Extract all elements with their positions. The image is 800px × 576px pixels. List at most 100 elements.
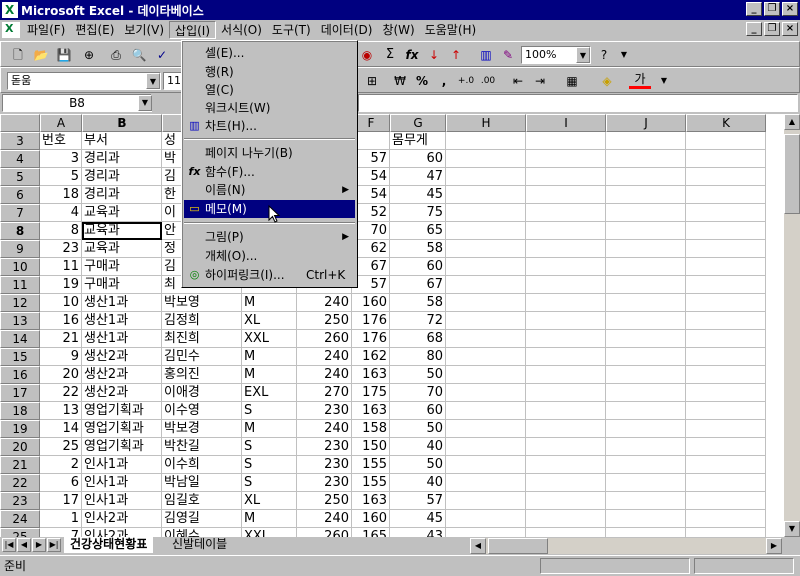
table-cell[interactable] (606, 240, 686, 258)
row-header[interactable]: 18 (0, 402, 40, 420)
table-cell[interactable]: M (242, 366, 297, 384)
table-cell[interactable] (446, 366, 526, 384)
table-cell[interactable] (686, 330, 766, 348)
scroll-left-icon[interactable]: ◀ (470, 538, 486, 554)
table-cell[interactable]: S (242, 402, 297, 420)
table-cell[interactable] (686, 312, 766, 330)
table-cell[interactable]: 160 (352, 294, 390, 312)
formula-input[interactable] (358, 94, 798, 112)
table-cell[interactable]: S (242, 438, 297, 456)
row-header[interactable]: 6 (0, 186, 40, 204)
horizontal-scroll-thumb[interactable] (488, 538, 548, 554)
table-cell[interactable]: 150 (352, 438, 390, 456)
table-cell[interactable]: XL (242, 312, 297, 330)
menu-insert-worksheet[interactable]: 워크시트(W) (184, 99, 355, 117)
table-cell[interactable] (606, 348, 686, 366)
autosum-icon[interactable]: Σ (379, 45, 401, 65)
menu-window[interactable]: 창(W) (377, 21, 419, 39)
table-cell[interactable]: 박찬길 (162, 438, 242, 456)
table-cell[interactable] (446, 474, 526, 492)
table-cell[interactable]: M (242, 294, 297, 312)
menu-insert-hyperlink[interactable]: ◎ 하이퍼링크(I)... Ctrl+K (184, 266, 355, 284)
table-cell[interactable] (686, 222, 766, 240)
table-cell[interactable]: 158 (352, 420, 390, 438)
table-cell[interactable] (526, 492, 606, 510)
table-cell[interactable]: 72 (390, 312, 446, 330)
fill-color-icon[interactable]: ◈ (596, 71, 618, 91)
table-cell[interactable]: 영업기획과 (82, 402, 162, 420)
menu-file[interactable]: 파일(F) (22, 21, 70, 39)
column-header-h[interactable]: H (446, 114, 526, 132)
table-cell[interactable]: EXL (242, 384, 297, 402)
table-cell[interactable]: 176 (352, 312, 390, 330)
table-cell[interactable]: XXL (242, 330, 297, 348)
table-cell[interactable] (686, 240, 766, 258)
table-cell[interactable] (446, 204, 526, 222)
menu-insert-picture[interactable]: 그림(P) ▶ (184, 228, 355, 246)
table-cell[interactable]: 11 (40, 258, 82, 276)
table-cell[interactable]: 인사2과 (82, 510, 162, 528)
table-cell[interactable]: 3 (40, 150, 82, 168)
doc-minimize-button[interactable]: _ (746, 22, 762, 36)
table-cell[interactable]: 75 (390, 204, 446, 222)
minimize-button[interactable]: _ (746, 2, 762, 16)
table-cell[interactable]: 7 (40, 528, 82, 537)
table-cell[interactable] (446, 528, 526, 537)
table-cell[interactable] (686, 438, 766, 456)
table-cell[interactable] (606, 204, 686, 222)
increase-indent-icon[interactable]: ⇥ (529, 71, 551, 91)
table-cell[interactable]: 176 (352, 330, 390, 348)
horizontal-scrollbar[interactable]: ◀ ▶ (470, 538, 782, 554)
menu-insert-chart[interactable]: ▥ 차트(H)... (184, 117, 355, 135)
table-cell[interactable]: 65 (390, 222, 446, 240)
table-cell[interactable]: 58 (390, 240, 446, 258)
table-cell[interactable]: 60 (390, 258, 446, 276)
table-cell[interactable] (526, 402, 606, 420)
row-header[interactable]: 17 (0, 384, 40, 402)
table-cell[interactable]: 김영길 (162, 510, 242, 528)
table-cell[interactable] (686, 420, 766, 438)
table-cell[interactable] (526, 456, 606, 474)
doc-close-button[interactable]: × (782, 22, 798, 36)
header-cell[interactable] (606, 132, 686, 150)
table-cell[interactable]: 250 (297, 312, 352, 330)
table-cell[interactable]: 230 (297, 474, 352, 492)
table-cell[interactable] (526, 168, 606, 186)
table-cell[interactable] (446, 186, 526, 204)
table-cell[interactable] (526, 258, 606, 276)
menu-insert-object[interactable]: 개체(O)... (184, 247, 355, 265)
doc-restore-button[interactable]: ❐ (764, 22, 780, 36)
table-cell[interactable]: 영업기획과 (82, 420, 162, 438)
row-header[interactable]: 24 (0, 510, 40, 528)
row-header[interactable]: 25 (0, 528, 40, 537)
table-cell[interactable]: 60 (390, 150, 446, 168)
row-header[interactable]: 15 (0, 348, 40, 366)
vertical-scroll-thumb[interactable] (784, 134, 800, 214)
table-cell[interactable]: 57 (390, 492, 446, 510)
chevron-down-icon[interactable]: ▼ (576, 47, 590, 63)
table-cell[interactable]: 240 (297, 510, 352, 528)
column-header-k[interactable]: K (686, 114, 766, 132)
table-cell[interactable]: 5 (40, 168, 82, 186)
table-cell[interactable]: 155 (352, 456, 390, 474)
toolbar-more-icon[interactable]: ▼ (653, 71, 675, 91)
table-cell[interactable] (526, 330, 606, 348)
table-cell[interactable] (606, 222, 686, 240)
table-cell[interactable]: 230 (297, 402, 352, 420)
table-cell[interactable]: 이애경 (162, 384, 242, 402)
table-cell[interactable] (606, 168, 686, 186)
table-cell[interactable] (446, 240, 526, 258)
table-cell[interactable]: 임길호 (162, 492, 242, 510)
table-cell[interactable]: M (242, 510, 297, 528)
table-cell[interactable] (526, 438, 606, 456)
table-cell[interactable] (606, 420, 686, 438)
table-cell[interactable] (686, 276, 766, 294)
scroll-down-icon[interactable]: ▼ (784, 521, 800, 537)
save-icon[interactable]: 💾 (53, 45, 75, 65)
table-cell[interactable] (446, 258, 526, 276)
table-cell[interactable]: 163 (352, 492, 390, 510)
increase-decimal-icon[interactable]: +.0 (455, 71, 477, 91)
table-cell[interactable]: 22 (40, 384, 82, 402)
close-button[interactable]: × (782, 2, 798, 16)
table-cell[interactable] (606, 186, 686, 204)
